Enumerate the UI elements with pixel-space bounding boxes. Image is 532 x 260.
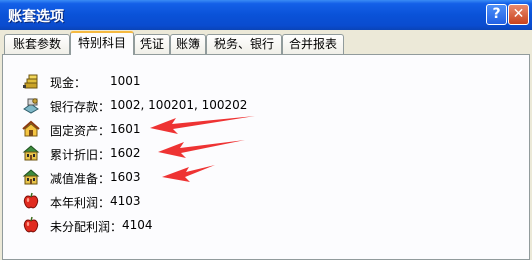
annotation-arrow (158, 140, 245, 158)
annotation-arrow (150, 116, 255, 134)
tab-special-accounts[interactable]: 特别科目 (70, 31, 134, 55)
annotation-arrow (162, 165, 215, 182)
